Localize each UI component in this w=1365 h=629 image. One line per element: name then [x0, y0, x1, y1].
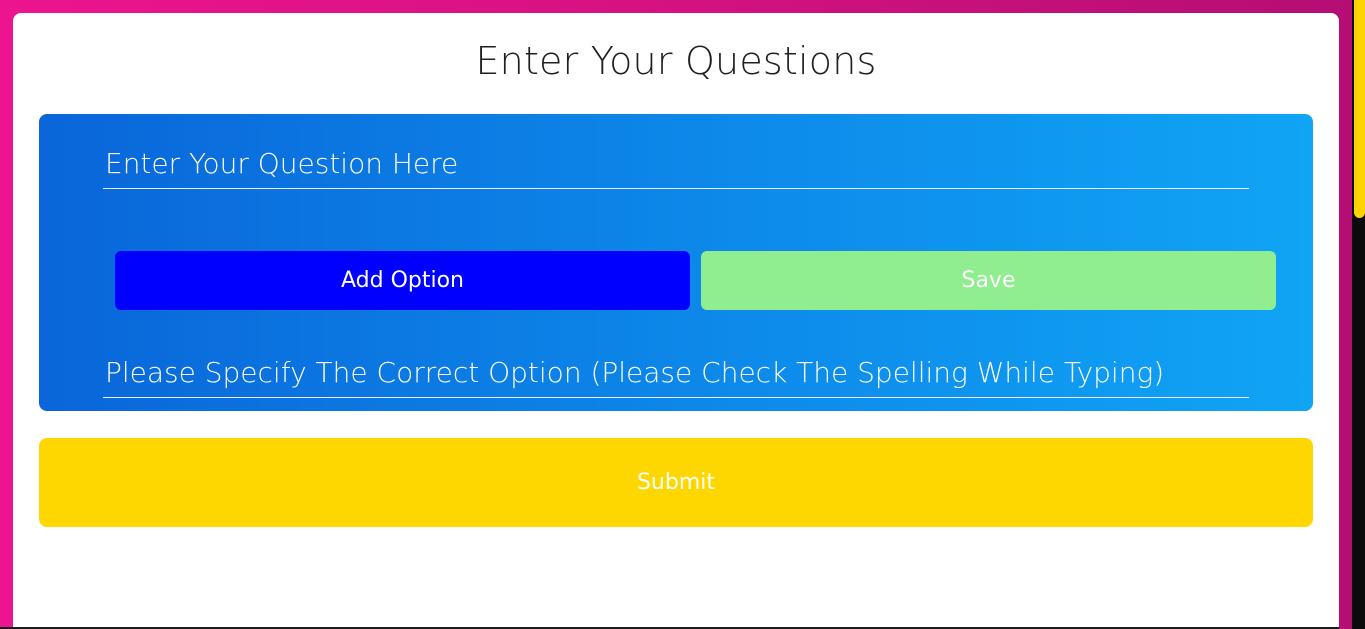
correct-option-input[interactable] — [103, 353, 1249, 398]
question-form-card: Enter Your Questions Add Option Save Sub… — [13, 13, 1339, 629]
add-option-button[interactable]: Add Option — [115, 251, 690, 310]
question-panel: Add Option Save — [39, 114, 1313, 411]
submit-button[interactable]: Submit — [39, 438, 1313, 527]
scrollbar-thumb[interactable] — [1354, 0, 1365, 218]
save-button[interactable]: Save — [701, 251, 1276, 310]
page-title: Enter Your Questions — [475, 39, 877, 83]
page-scrollbar[interactable] — [1352, 0, 1365, 629]
question-input[interactable] — [103, 144, 1249, 189]
